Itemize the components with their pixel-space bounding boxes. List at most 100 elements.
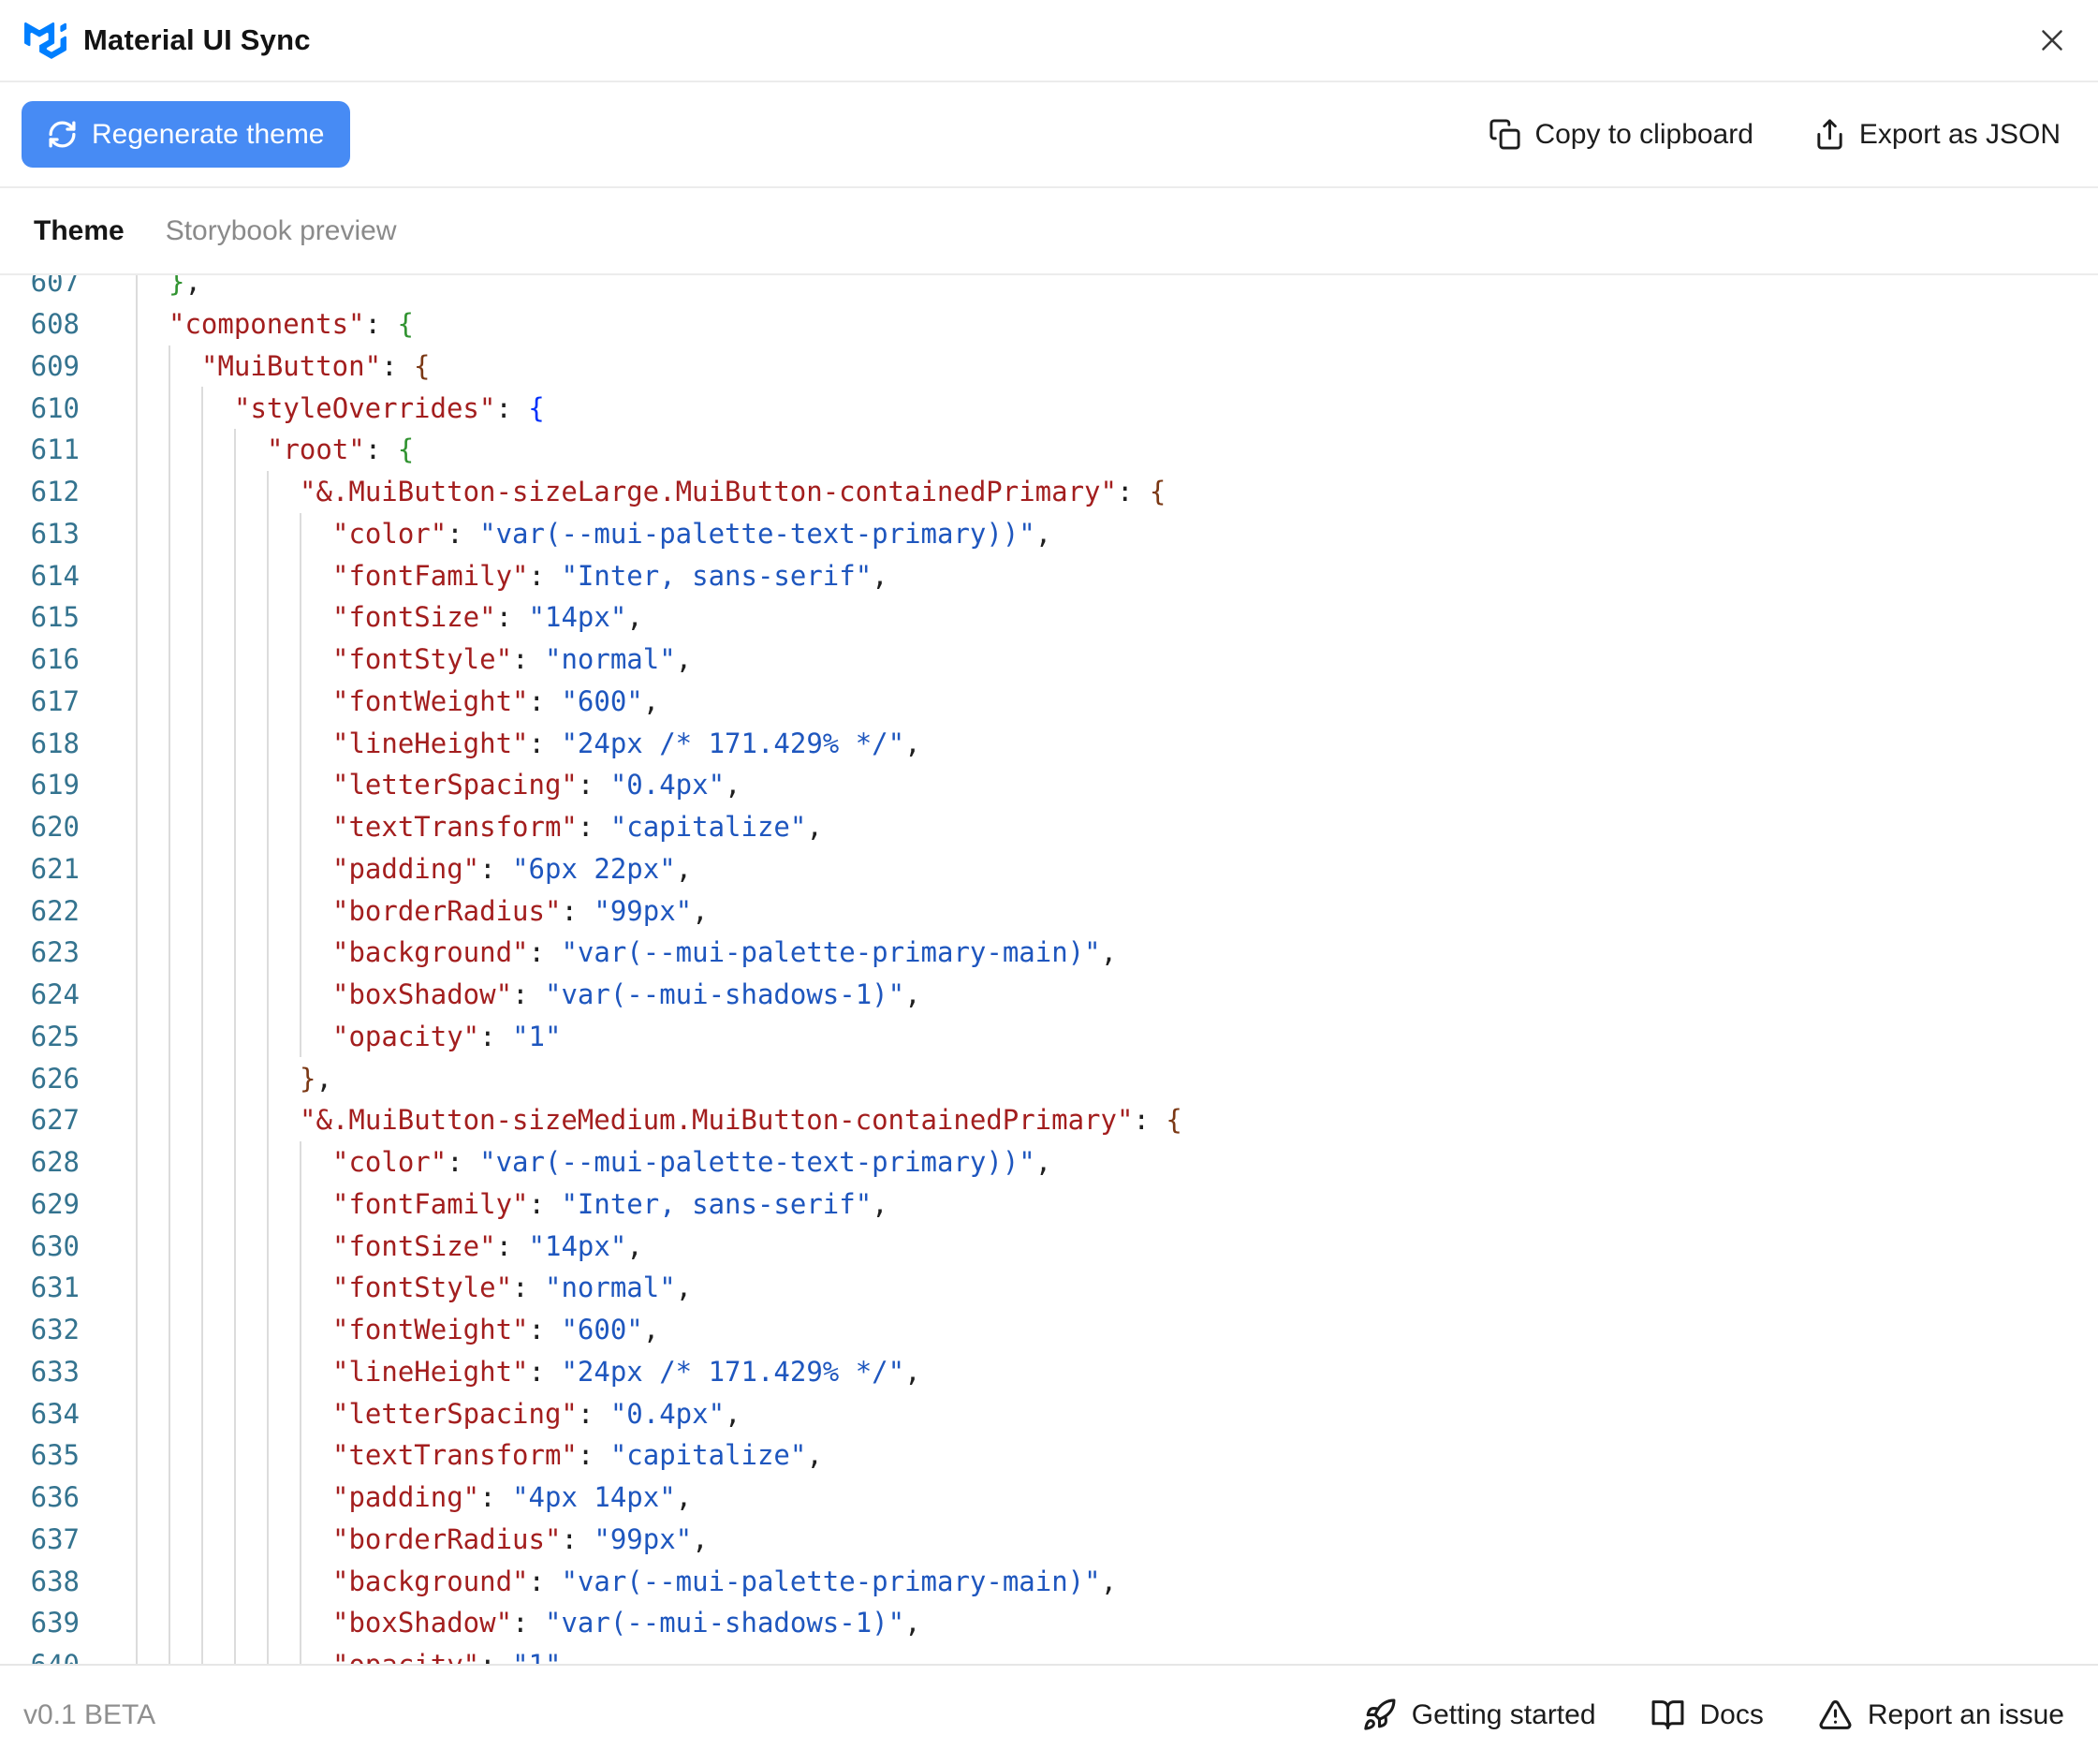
copy-to-clipboard-button[interactable]: Copy to clipboard — [1489, 118, 1753, 151]
code-text: "components": { — [169, 308, 414, 341]
code-text: "fontWeight": "600", — [332, 684, 660, 717]
code-text: "borderRadius": "99px", — [332, 894, 709, 927]
line-number: 612 — [30, 476, 80, 508]
code-line-617: 617 "fontWeight": "600", — [0, 680, 2098, 723]
code-text: "borderRadius": "99px", — [332, 1522, 709, 1555]
code-line-630: 630 "fontSize": "14px", — [0, 1225, 2098, 1267]
line-number: 625 — [30, 1020, 80, 1052]
export-as-json-label: Export as JSON — [1858, 118, 2061, 150]
brand: Material UI Sync — [24, 22, 311, 59]
code-line-624: 624 "boxShadow": "var(--mui-shadows-1)", — [0, 973, 2098, 1016]
line-number: 622 — [30, 894, 80, 927]
code-line-616: 616 "fontStyle": "normal", — [0, 638, 2098, 681]
copy-icon — [1489, 119, 1520, 150]
code-line-632: 632 "fontWeight": "600", — [0, 1308, 2098, 1351]
docs-link[interactable]: Docs — [1651, 1698, 1764, 1732]
version-label: v0.1 BETA — [23, 1698, 156, 1730]
code-line-625: 625 "opacity": "1" — [0, 1015, 2098, 1058]
report-an-issue-link[interactable]: Report an issue — [1818, 1698, 2064, 1732]
code-line-613: 613 "color": "var(--mui-palette-text-prim… — [0, 512, 2098, 555]
code-line-626: 626}, — [0, 1057, 2098, 1099]
code-line-629: 629 "fontFamily": "Inter, sans-serif", — [0, 1183, 2098, 1226]
regenerate-theme-button[interactable]: Regenerate theme — [22, 101, 350, 168]
code-text: "lineHeight": "24px /* 171.429% */", — [332, 1355, 921, 1388]
footer-links: Getting started Docs Report an issue — [1362, 1698, 2064, 1732]
code-line-637: 637 "borderRadius": "99px", — [0, 1518, 2098, 1561]
code-text: "fontStyle": "normal", — [332, 643, 693, 676]
code-text: "letterSpacing": "0.4px", — [332, 1397, 741, 1430]
line-number: 611 — [30, 434, 80, 466]
code-text: "lineHeight": "24px /* 171.429% */", — [332, 727, 921, 759]
line-number: 621 — [30, 852, 80, 885]
code-line-610: 610 "styleOverrides": { — [0, 387, 2098, 429]
code-line-628: 628 "color": "var(--mui-palette-text-prim… — [0, 1140, 2098, 1183]
code-line-619: 619 "letterSpacing": "0.4px", — [0, 764, 2098, 806]
code-text: "MuiButton": { — [201, 349, 431, 382]
code-text: "padding": "4px 14px", — [332, 1481, 693, 1514]
code-line-621: 621 "padding": "6px 22px", — [0, 847, 2098, 890]
toolbar-right: Copy to clipboard Export as JSON — [1489, 118, 2061, 151]
code-text: "textTransform": "capitalize", — [332, 1439, 823, 1472]
code-line-612: 612 "&.MuiButton-sizeLarge.MuiButton-cont… — [0, 470, 2098, 513]
code-text: "opacity": "1" — [332, 1020, 562, 1052]
docs-label: Docs — [1699, 1698, 1764, 1730]
line-number: 619 — [30, 769, 80, 801]
code-text: "background": "var(--mui-palette-primary… — [332, 936, 1118, 969]
line-number: 626 — [30, 1062, 80, 1095]
book-icon — [1651, 1700, 1683, 1729]
line-number: 618 — [30, 727, 80, 759]
line-number: 608 — [30, 308, 80, 341]
code-line-633: 633 "lineHeight": "24px /* 171.429% */", — [0, 1350, 2098, 1393]
code-text: "fontFamily": "Inter, sans-serif", — [332, 559, 888, 592]
code-text: "fontSize": "14px", — [332, 1229, 643, 1262]
code-line-640: 640 "opacity": "1" — [0, 1643, 2098, 1664]
report-an-issue-label: Report an issue — [1867, 1698, 2064, 1730]
code-line-623: 623 "background": "var(--mui-palette-prim… — [0, 932, 2098, 974]
line-number: 610 — [30, 391, 80, 424]
line-number: 628 — [30, 1146, 80, 1179]
code-text: "&.MuiButton-sizeLarge.MuiButton-contain… — [300, 476, 1166, 508]
close-button[interactable] — [2029, 17, 2076, 64]
code-text: "&.MuiButton-sizeMedium.MuiButton-contai… — [300, 1104, 1182, 1137]
tab-storybook-preview[interactable]: Storybook preview — [166, 215, 397, 247]
line-number: 615 — [30, 601, 80, 634]
line-number: 634 — [30, 1397, 80, 1430]
code-line-607: 607}, — [0, 275, 2098, 303]
code-text: "background": "var(--mui-palette-primary… — [332, 1565, 1118, 1597]
code-text: "boxShadow": "var(--mui-shadows-1)", — [332, 978, 921, 1011]
getting-started-link[interactable]: Getting started — [1362, 1698, 1596, 1732]
close-icon — [2042, 30, 2062, 51]
code-text: }, — [300, 1062, 332, 1095]
line-number: 614 — [30, 559, 80, 592]
code-editor[interactable]: 607}, 608 "components": {609 "MuiButton": {… — [0, 275, 2098, 1664]
material-ui-sync-window: Material UI Sync Regenerate theme Copy t… — [0, 0, 2098, 1764]
code-line-618: 618 "lineHeight": "24px /* 171.429% */", — [0, 722, 2098, 764]
titlebar: Material UI Sync — [0, 0, 2098, 82]
export-as-json-button[interactable]: Export as JSON — [1813, 118, 2061, 151]
code-line-608: 608 "components": { — [0, 302, 2098, 345]
line-number: 624 — [30, 978, 80, 1011]
code-text: "textTransform": "capitalize", — [332, 811, 823, 844]
line-number: 638 — [30, 1565, 80, 1597]
code-line-635: 635 "textTransform": "capitalize", — [0, 1434, 2098, 1477]
footer: v0.1 BETA Getting started Docs Report an… — [0, 1664, 2098, 1764]
line-number: 633 — [30, 1355, 80, 1388]
code-line-620: 620 "textTransform": "capitalize", — [0, 805, 2098, 848]
code-text: "fontStyle": "normal", — [332, 1272, 693, 1304]
tab-theme[interactable]: Theme — [34, 215, 125, 247]
code-viewport: 607}, 608 "components": {609 "MuiButton": {… — [0, 275, 2098, 1664]
mui-logo-icon — [24, 22, 66, 59]
code-text: "fontWeight": "600", — [332, 1314, 660, 1346]
code-text: "color": "var(--mui-palette-text-primary… — [332, 517, 1052, 550]
warning-triangle-icon — [1819, 1700, 1852, 1729]
line-number: 631 — [30, 1272, 80, 1304]
code-text: "letterSpacing": "0.4px", — [332, 769, 741, 801]
code-line-636: 636 "padding": "4px 14px", — [0, 1476, 2098, 1519]
code-text: "root": { — [267, 434, 415, 466]
line-number: 623 — [30, 936, 80, 969]
line-number: 627 — [30, 1104, 80, 1137]
line-number: 636 — [30, 1481, 80, 1514]
code-text: "styleOverrides": { — [234, 391, 545, 424]
line-number: 616 — [30, 643, 80, 676]
regenerate-theme-label: Regenerate theme — [92, 118, 325, 150]
